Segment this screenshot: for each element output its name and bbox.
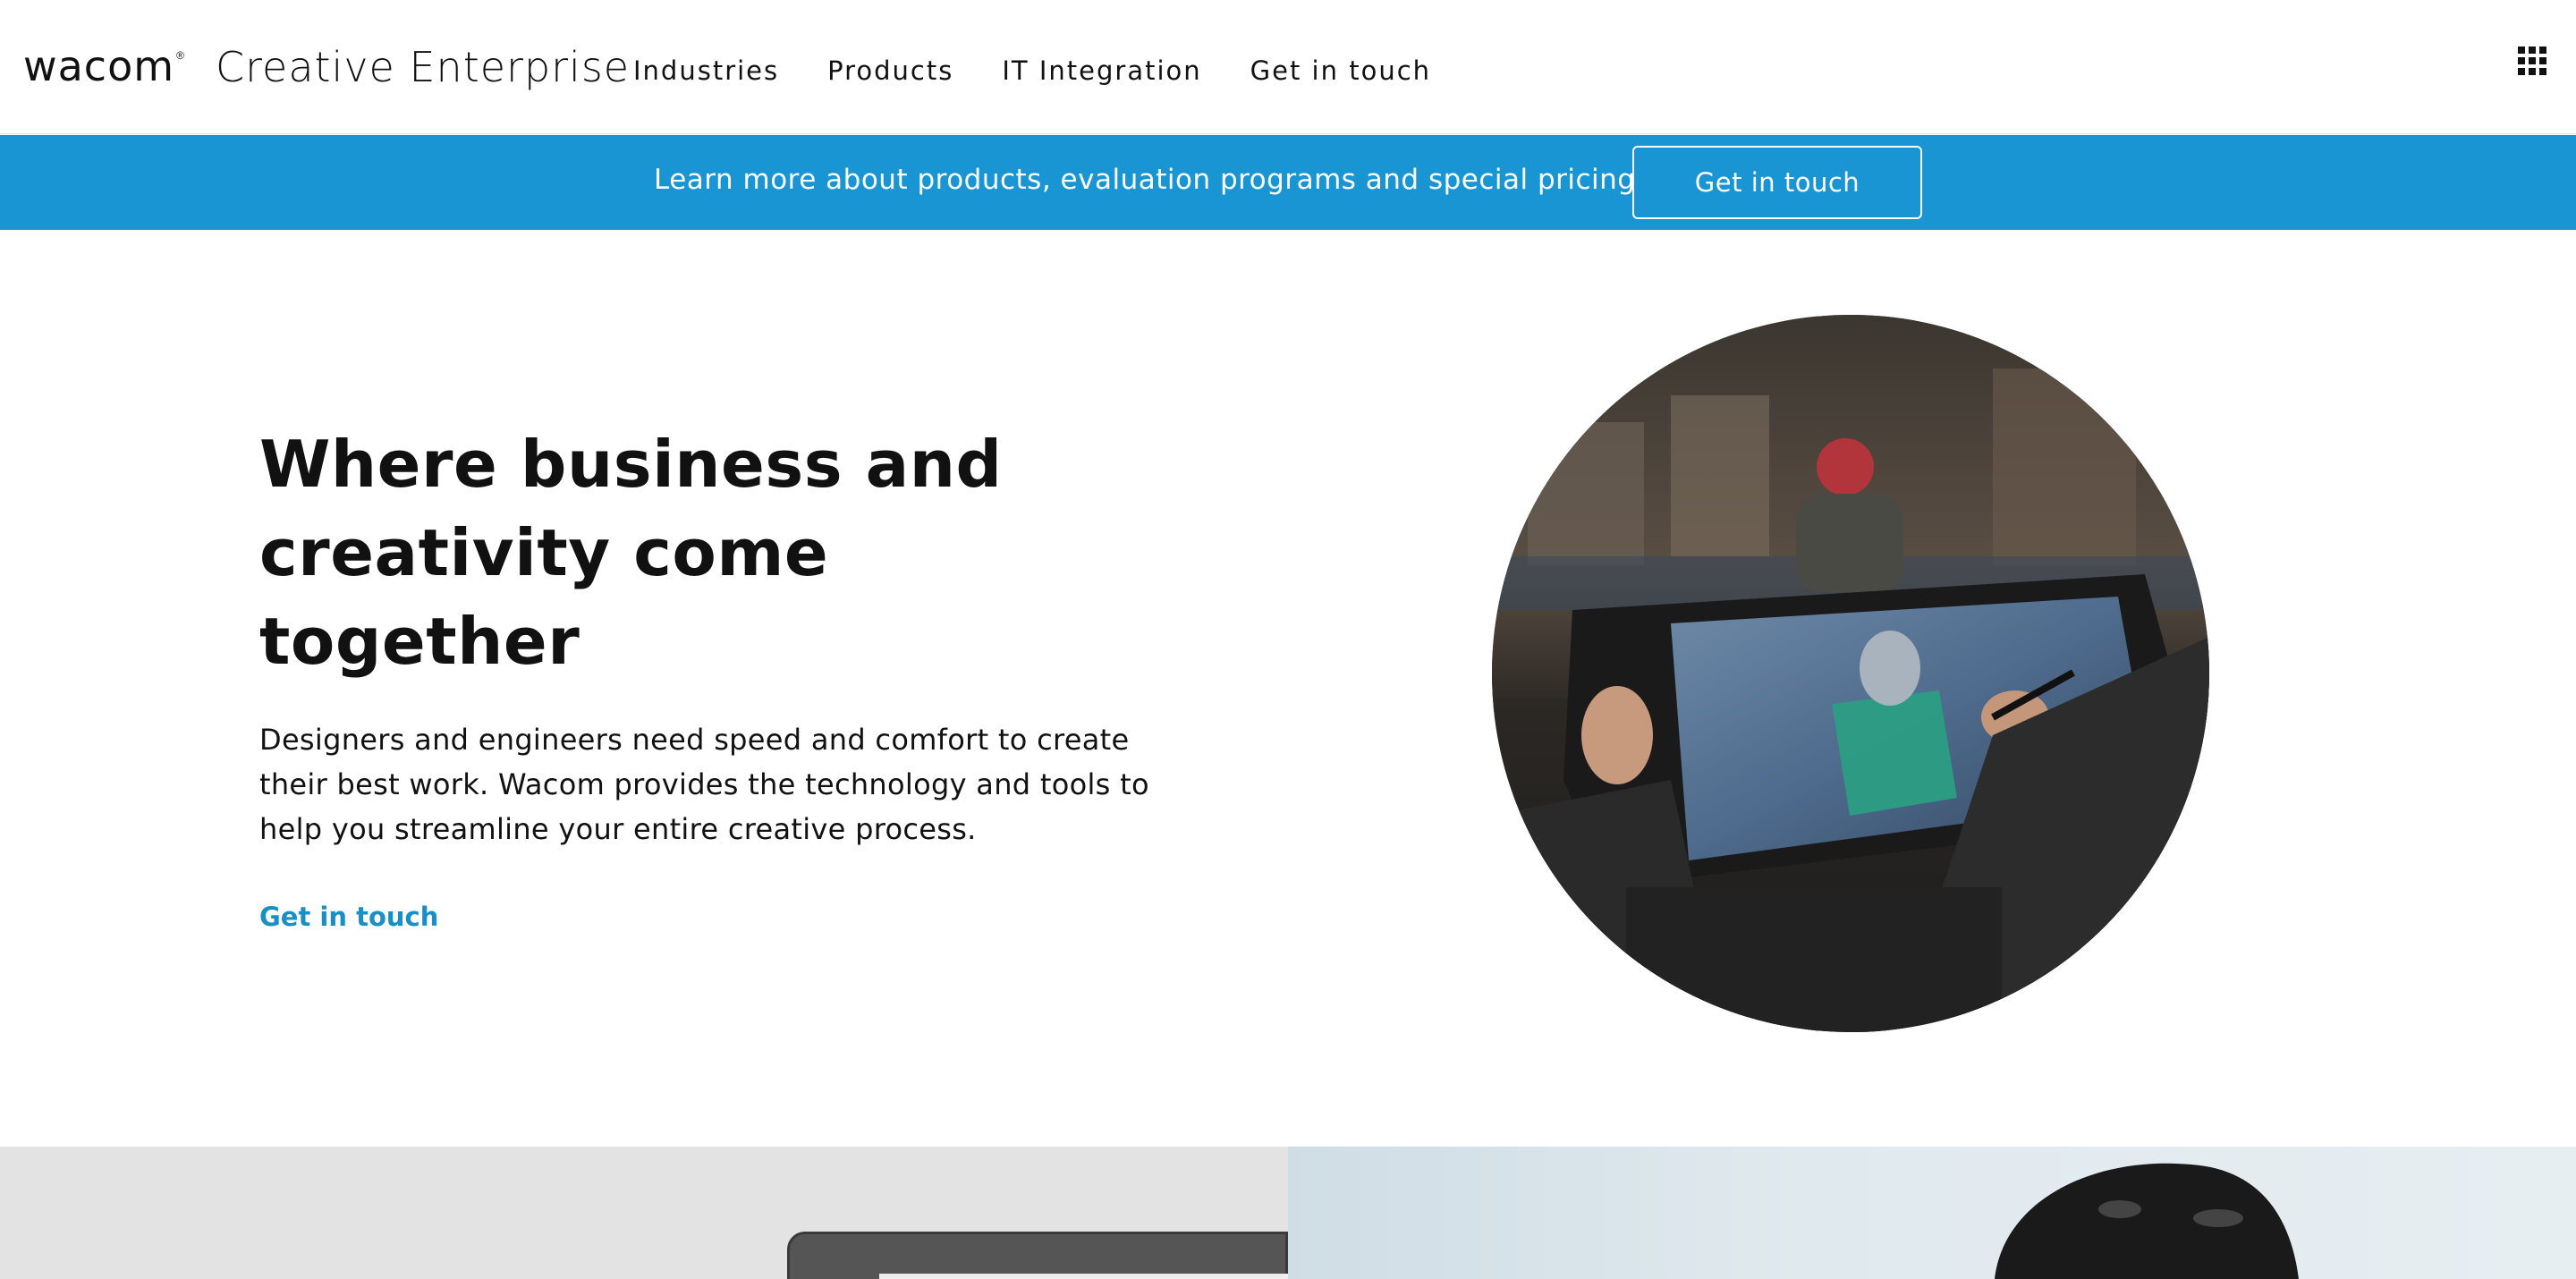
hero-photo-artist-pen-display <box>1492 315 2209 1032</box>
nav-item-products[interactable]: Products <box>827 55 953 86</box>
hero-get-in-touch-link[interactable]: Get in touch <box>259 902 438 932</box>
nav-item-it-integration[interactable]: IT Integration <box>1002 55 1201 86</box>
grid-apps-icon[interactable] <box>2518 47 2548 77</box>
registered-mark-icon: ® <box>176 49 184 62</box>
headset-image <box>1995 1163 2299 1279</box>
device-image <box>787 1232 1291 1279</box>
logo-wordmark: wacom <box>23 42 175 90</box>
banner-text: Learn more about products, evaluation pr… <box>654 164 1636 196</box>
wacom-logo[interactable]: wacom ® <box>23 42 184 90</box>
feature-section-left <box>0 1147 1291 1279</box>
main-nav: Industries Products IT Integration Get i… <box>633 55 1479 86</box>
nav-item-industries[interactable]: Industries <box>633 55 779 86</box>
promo-banner: Learn more about products, evaluation pr… <box>0 135 2576 230</box>
device-screen <box>879 1274 1291 1279</box>
hero-title: Where business and creativity come toget… <box>259 427 1003 679</box>
site-header: wacom ® Creative Enterprise Industries Pr… <box>0 0 2576 134</box>
feature-section-right <box>1288 1147 2576 1279</box>
hero-description: Designers and engineers need speed and c… <box>259 723 1149 846</box>
banner-get-in-touch-button[interactable]: Get in touch <box>1632 146 1922 219</box>
product-name[interactable]: Creative Enterprise <box>216 43 630 91</box>
nav-item-get-in-touch[interactable]: Get in touch <box>1250 55 1431 86</box>
